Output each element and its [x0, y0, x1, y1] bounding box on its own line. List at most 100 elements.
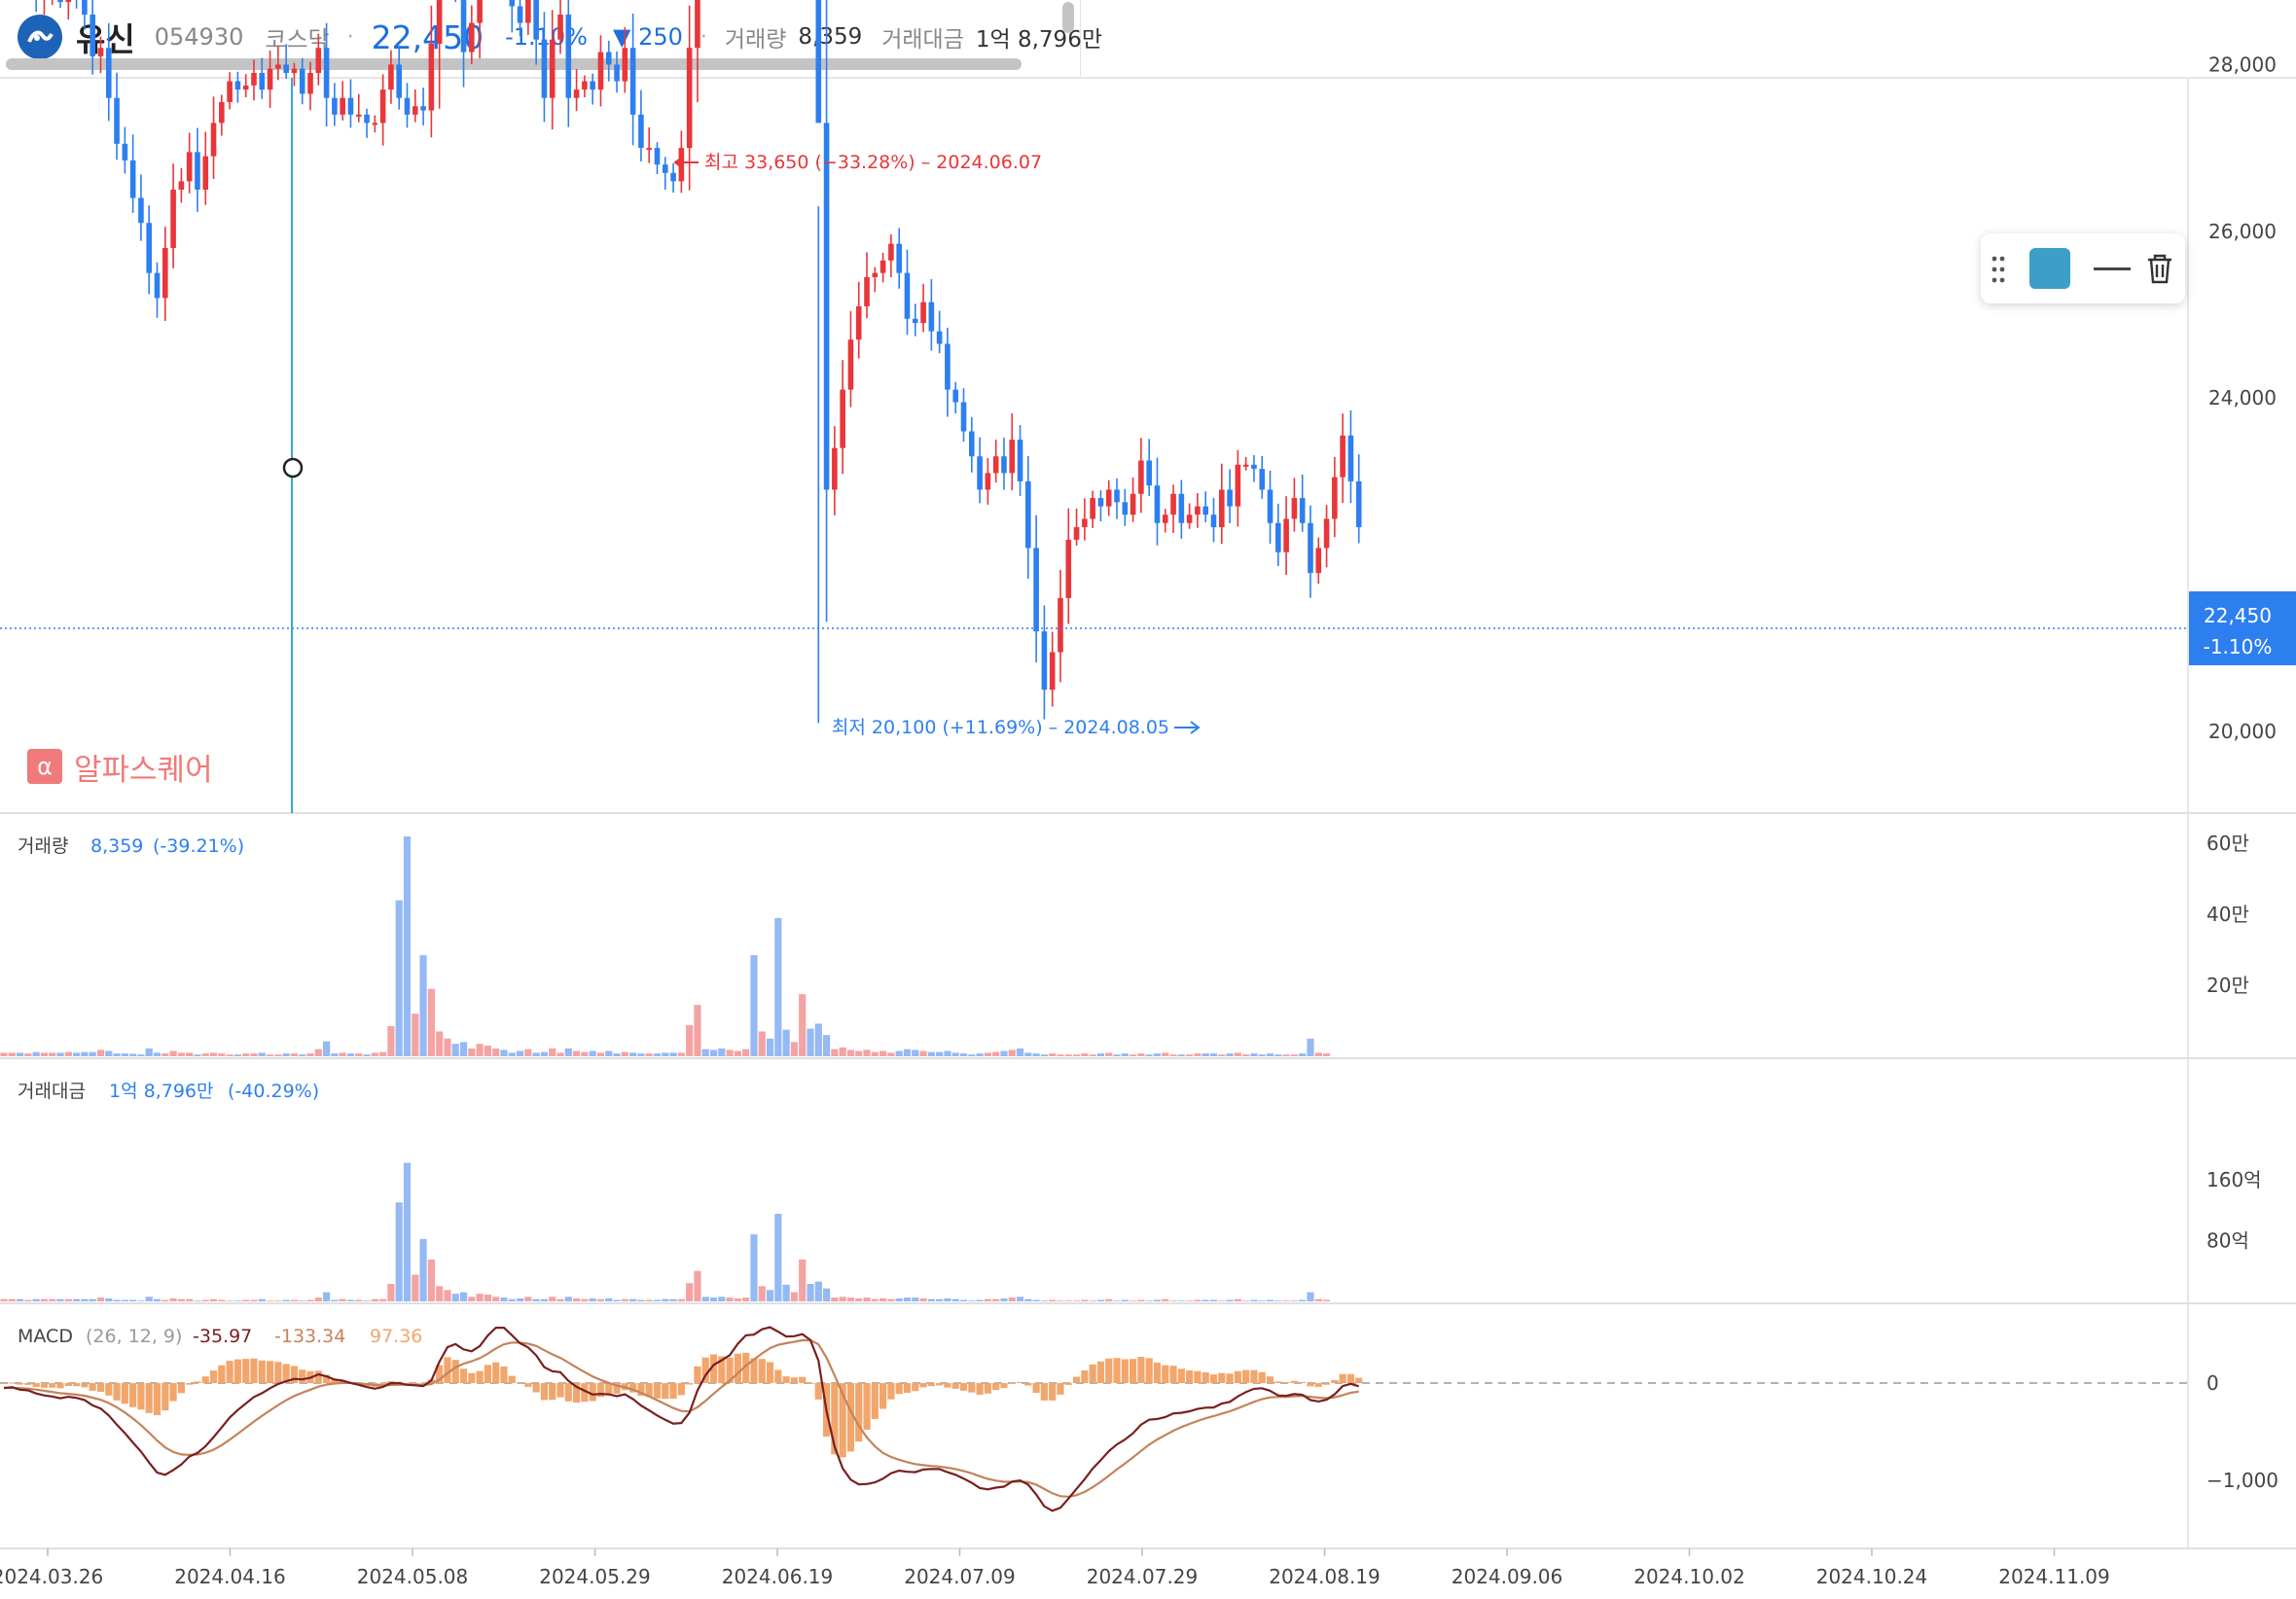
candle-body	[896, 243, 902, 273]
amount-bar	[912, 1297, 919, 1301]
amount-bar	[331, 1299, 339, 1301]
candle-body	[420, 106, 426, 111]
volume-bar	[1145, 1054, 1153, 1056]
macd-hist-bar	[129, 1383, 137, 1407]
volume-bar	[1162, 1052, 1169, 1056]
macd-hist-bar	[936, 1383, 944, 1386]
candle-body	[686, 48, 693, 149]
candle-body	[210, 123, 217, 157]
macd-hist-bar	[1137, 1357, 1145, 1383]
macd-hist-bar	[1177, 1368, 1185, 1383]
trash-icon[interactable]	[2142, 251, 2177, 286]
volume-bar	[500, 1049, 508, 1056]
macd-hist-bar	[500, 1366, 508, 1383]
date-tick-label: 2024.03.26	[0, 1565, 103, 1588]
line-style-icon[interactable]	[2094, 267, 2131, 270]
amount-bar	[314, 1297, 322, 1301]
volume-bar	[944, 1050, 951, 1056]
volume-bar	[242, 1053, 250, 1056]
volume-bar	[282, 1053, 290, 1056]
volume-bar	[161, 1053, 169, 1056]
volume-bar	[596, 1052, 605, 1056]
candle-body	[1017, 440, 1023, 481]
volume-bar	[355, 1053, 363, 1056]
volume-bar	[145, 1048, 153, 1056]
amount-bar	[645, 1299, 653, 1301]
volume-bar	[81, 1051, 89, 1056]
amount-bar	[1169, 1300, 1177, 1301]
volume-bar	[807, 1028, 814, 1056]
amount-bar	[1049, 1299, 1057, 1301]
candle-body	[622, 48, 628, 82]
date-tick-label: 2024.07.09	[904, 1565, 1016, 1588]
macd-hist-bar	[1169, 1366, 1177, 1383]
amount-bar	[282, 1299, 290, 1301]
macd-value: -35.97	[193, 1326, 252, 1347]
volume-bar	[1274, 1054, 1282, 1056]
volume-bar	[1081, 1053, 1089, 1056]
drawing-toolbar[interactable]	[1981, 233, 2185, 303]
amount-tick-label: 80억	[2206, 1228, 2249, 1252]
price-tick-label: 20,000	[2208, 720, 2277, 743]
volume-bar	[1290, 1054, 1298, 1056]
grip-icon[interactable]	[1991, 255, 2006, 284]
macd-hist-bar	[774, 1369, 782, 1383]
amount-bar	[807, 1284, 814, 1301]
amount-bar	[500, 1297, 508, 1301]
macd-hist-bar	[927, 1383, 935, 1387]
volume-bar	[508, 1052, 516, 1056]
volume-bar	[363, 1054, 371, 1056]
amount-bar	[887, 1298, 895, 1301]
candle-body	[275, 64, 281, 69]
volume-bar	[49, 1052, 56, 1056]
volume-bar	[1299, 1053, 1307, 1056]
color-swatch-button[interactable]	[2029, 248, 2070, 289]
macd-hist-bar	[912, 1383, 919, 1392]
amount-bar	[564, 1297, 572, 1301]
volume-bar	[846, 1049, 855, 1056]
candle-body	[299, 68, 305, 94]
candle-body	[888, 243, 894, 261]
volume-bar	[613, 1053, 621, 1056]
amount-bar	[1000, 1297, 1008, 1301]
date-tick-label: 2024.10.02	[1633, 1565, 1745, 1588]
volume-bar	[1089, 1054, 1096, 1056]
date-tick-label: 2024.04.16	[174, 1565, 286, 1588]
amount-bar	[233, 1300, 242, 1301]
candle-body	[219, 101, 225, 124]
candle-body	[186, 152, 193, 182]
amount-bar	[1218, 1300, 1226, 1301]
macd-hist-bar	[1072, 1376, 1081, 1383]
candle-body	[662, 164, 668, 173]
volume-bar	[0, 1052, 8, 1056]
candle-body	[1235, 464, 1241, 507]
volume-bar	[201, 1053, 209, 1056]
macd-hist-bar	[677, 1383, 685, 1396]
amount-bar	[1024, 1298, 1032, 1301]
candle-body	[597, 52, 604, 90]
amount-bar	[226, 1300, 233, 1301]
high-marker-label: 최고 33,650 (−33.28%) – 2024.06.07	[704, 152, 1042, 173]
macd-hist-bar	[194, 1381, 201, 1383]
amount-bar	[734, 1297, 741, 1301]
macd-hist-bar	[944, 1383, 951, 1388]
candle-body	[379, 89, 386, 124]
macd-hist-bar	[81, 1383, 89, 1388]
volume-bar	[677, 1052, 685, 1056]
volume-bar	[194, 1054, 201, 1056]
macd-hist-bar	[1000, 1383, 1008, 1388]
amount-bar	[799, 1259, 807, 1301]
candle-body	[1130, 493, 1136, 515]
amount-bar	[822, 1288, 831, 1301]
macd-tick-label: −1,000	[2206, 1469, 2278, 1492]
crosshair-point[interactable]	[282, 457, 304, 479]
volume-bar	[266, 1054, 274, 1056]
amount-bar	[1072, 1300, 1081, 1301]
date-tick-label: 2024.11.09	[1998, 1565, 2110, 1588]
amount-bar	[451, 1294, 459, 1301]
stock-chart[interactable]: 20,00024,00026,00028,00030,00032,00034,0…	[0, 0, 2296, 1599]
amount-bar	[516, 1297, 524, 1301]
volume-bar	[250, 1053, 258, 1056]
macd-hist-bar	[887, 1383, 895, 1400]
amount-bar	[323, 1292, 331, 1301]
